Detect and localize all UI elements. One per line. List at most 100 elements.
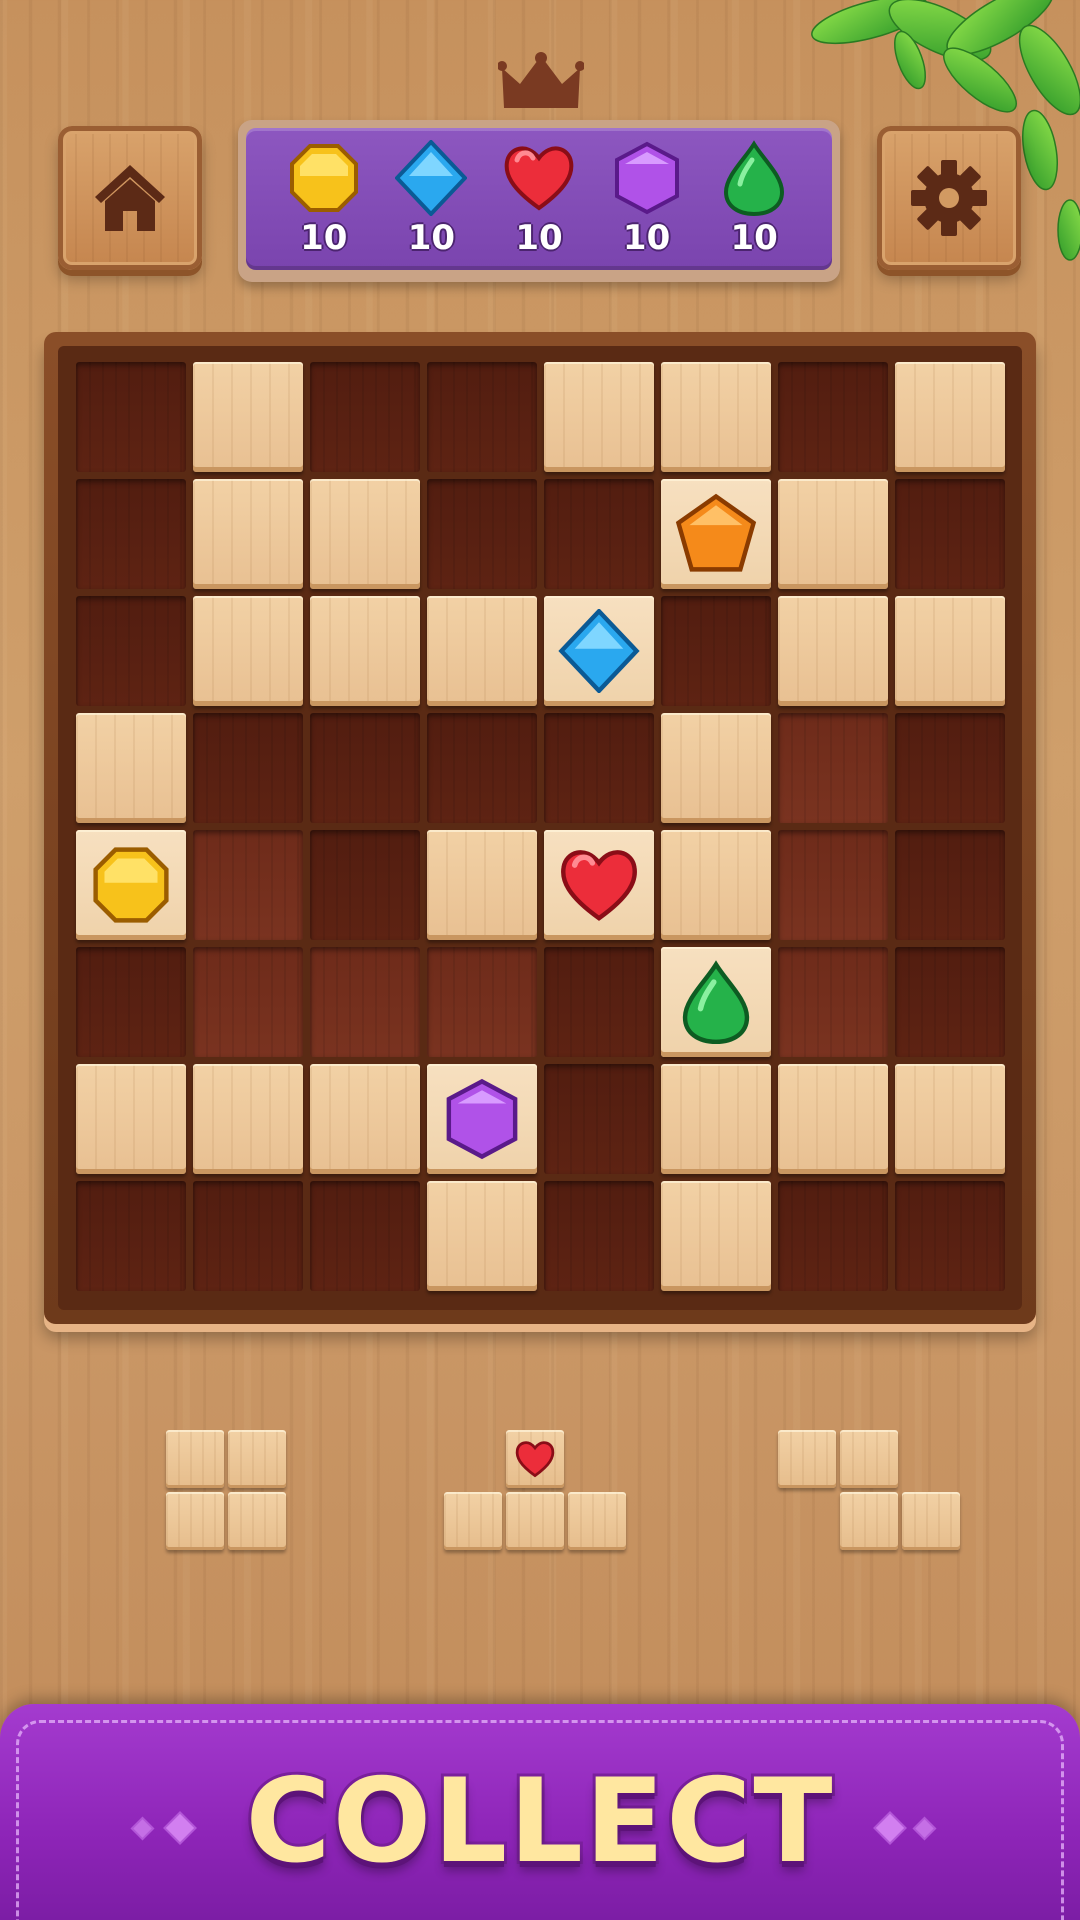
wood-block: [427, 596, 537, 706]
gem-block-yellow-octagon: [76, 830, 186, 940]
empty-cell-highlight[interactable]: [193, 830, 303, 940]
goal-count: 10: [622, 218, 671, 258]
home-button[interactable]: [58, 126, 202, 270]
goal-count: 10: [730, 218, 778, 258]
orange-pentagon-gem-icon: [675, 493, 757, 572]
green-drop-gem-icon: [682, 960, 750, 1044]
settings-button[interactable]: [877, 126, 1021, 270]
wood-block: [310, 596, 420, 706]
wood-block: [778, 1064, 888, 1174]
goal-green-drop: 10: [709, 140, 799, 258]
yellow-octagon-gem-icon: [289, 144, 358, 212]
wood-block: [895, 1064, 1005, 1174]
wood-block: [193, 596, 303, 706]
empty-cell[interactable]: [76, 479, 186, 589]
piece-block: [902, 1492, 960, 1550]
empty-cell[interactable]: [895, 479, 1005, 589]
goal-red-heart: 10: [494, 140, 584, 258]
wood-block: [427, 1181, 537, 1291]
empty-cell[interactable]: [427, 713, 537, 823]
goal-count: 10: [515, 218, 563, 258]
piece-block: [228, 1430, 286, 1488]
gem-block-green-drop: [661, 947, 771, 1057]
empty-cell[interactable]: [544, 713, 654, 823]
gem-block-orange-pentagon: [661, 479, 771, 589]
purple-hexagon-gem-icon: [614, 141, 679, 215]
empty-cell[interactable]: [544, 947, 654, 1057]
empty-cell[interactable]: [310, 713, 420, 823]
wood-block: [427, 830, 537, 940]
empty-cell-highlight[interactable]: [193, 947, 303, 1057]
empty-cell[interactable]: [544, 479, 654, 589]
blue-diamond-gem-icon: [395, 140, 468, 216]
piece-block: [840, 1430, 898, 1488]
empty-cell-highlight[interactable]: [310, 947, 420, 1057]
wood-block: [193, 1064, 303, 1174]
piece-block: [568, 1492, 626, 1550]
wood-block: [661, 830, 771, 940]
piece-square[interactable]: [166, 1430, 288, 1552]
empty-cell-highlight[interactable]: [778, 830, 888, 940]
red-heart-gem-icon: [504, 146, 574, 211]
goal-count: 10: [407, 218, 456, 258]
wood-block: [895, 362, 1005, 472]
piece-block-heart: [506, 1430, 564, 1488]
wood-block: [310, 1064, 420, 1174]
empty-cell[interactable]: [661, 596, 771, 706]
wood-block: [661, 1064, 771, 1174]
wood-block: [76, 713, 186, 823]
empty-cell-highlight[interactable]: [778, 947, 888, 1057]
wood-block: [661, 362, 771, 472]
empty-cell[interactable]: [544, 1181, 654, 1291]
empty-cell[interactable]: [427, 479, 537, 589]
gear-icon: [911, 160, 987, 236]
collect-banner: COLLECT: [0, 1704, 1080, 1920]
red-heart-gem-icon: [515, 1441, 555, 1478]
empty-cell[interactable]: [310, 362, 420, 472]
yellow-octagon-gem-icon: [93, 847, 169, 923]
empty-cell[interactable]: [427, 362, 537, 472]
board-grid: [76, 362, 1005, 1291]
empty-cell[interactable]: [310, 830, 420, 940]
wood-block: [778, 596, 888, 706]
empty-cell[interactable]: [895, 830, 1005, 940]
wood-block: [310, 479, 420, 589]
empty-cell-highlight[interactable]: [778, 713, 888, 823]
piece-block: [228, 1492, 286, 1550]
empty-cell[interactable]: [895, 947, 1005, 1057]
empty-cell[interactable]: [76, 596, 186, 706]
piece-block: [444, 1492, 502, 1550]
green-drop-gem-icon: [724, 140, 785, 216]
empty-cell-highlight[interactable]: [427, 947, 537, 1057]
empty-cell[interactable]: [76, 947, 186, 1057]
piece-t-shape[interactable]: [444, 1430, 628, 1552]
banner-title: COLLECT: [242, 1751, 835, 1892]
gem-block-purple-hexagon: [427, 1064, 537, 1174]
piece-z-shape[interactable]: [778, 1430, 962, 1552]
crown-icon: [498, 52, 584, 108]
empty-cell[interactable]: [76, 1181, 186, 1291]
wood-block: [895, 596, 1005, 706]
goal-panel: 10 10 10 10 10: [238, 120, 840, 282]
empty-cell[interactable]: [778, 362, 888, 472]
empty-cell[interactable]: [193, 713, 303, 823]
empty-cell[interactable]: [76, 362, 186, 472]
gem-block-red-heart: [544, 830, 654, 940]
wood-block: [661, 1181, 771, 1291]
piece-block: [840, 1492, 898, 1550]
wood-block: [193, 479, 303, 589]
goal-yellow-octagon: 10: [279, 140, 369, 258]
gem-block-blue-diamond: [544, 596, 654, 706]
wood-block: [544, 362, 654, 472]
empty-cell[interactable]: [895, 1181, 1005, 1291]
wood-block: [661, 713, 771, 823]
goal-purple-hexagon: 10: [602, 140, 692, 258]
empty-cell[interactable]: [895, 713, 1005, 823]
wood-block: [778, 479, 888, 589]
empty-cell[interactable]: [778, 1181, 888, 1291]
wood-block: [193, 362, 303, 472]
empty-cell[interactable]: [193, 1181, 303, 1291]
empty-cell[interactable]: [544, 1064, 654, 1174]
empty-cell[interactable]: [310, 1181, 420, 1291]
red-heart-gem-icon: [561, 850, 637, 921]
